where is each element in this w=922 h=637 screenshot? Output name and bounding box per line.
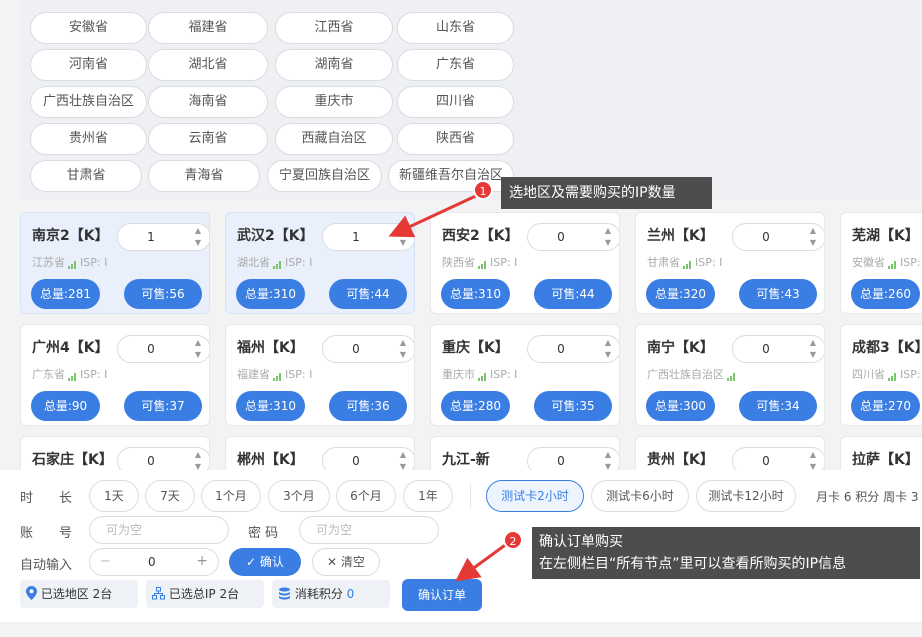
annotation-2-line2: 在左侧栏目“所有节点”里可以查看所购买的IP信息 (539, 556, 847, 572)
annotation-2-line1: 确认订单购买 (539, 534, 623, 550)
page: 安徽省 福建省 江西省 山东省 河南省 湖北省 湖南省 广东省 广西壮族自治区 海南省 重庆市 四川省… (0, 0, 922, 637)
arrow-2 (455, 541, 509, 582)
annotation-2-callout: 确认订单购买 在左侧栏目“所有节点”里可以查看所购买的IP信息 (532, 527, 920, 579)
annotation-1-callout: 选地区及需要购买的IP数量 (501, 177, 712, 209)
arrow-1 (388, 192, 481, 238)
annotation-1-badge: 1 (473, 180, 493, 200)
annotation-2-badge: 2 (503, 530, 523, 550)
